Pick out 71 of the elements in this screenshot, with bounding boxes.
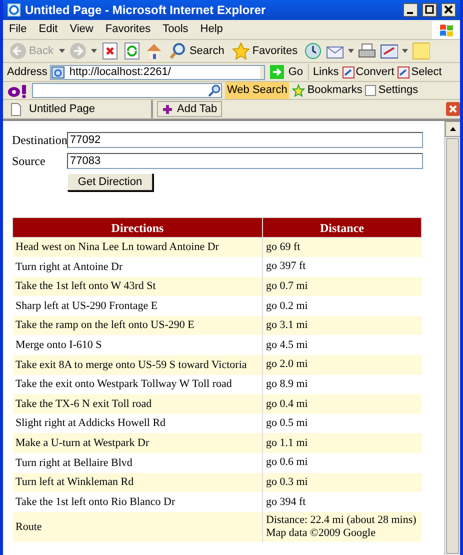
column-header[interactable]: Directions: [12, 218, 262, 238]
house-icon[interactable]: [145, 42, 164, 60]
table-cell-text: go 394 ft: [266, 496, 307, 509]
search-icon: [169, 42, 188, 60]
menu-item[interactable]: Edit: [32, 21, 64, 38]
edit-icon[interactable]: [380, 42, 398, 60]
address-label: Address: [7, 64, 48, 80]
input-field[interactable]: 77083: [67, 153, 423, 169]
settings-button[interactable]: Settings: [365, 82, 418, 99]
web-search-button[interactable]: Web Search: [225, 82, 290, 99]
stop-icon[interactable]: [101, 42, 120, 60]
yahoo-logo-icon[interactable]: [7, 84, 29, 98]
input-field[interactable]: 77092: [67, 132, 423, 148]
add-tab-button[interactable]: Add Tab: [157, 101, 222, 117]
search-field[interactable]: [32, 83, 222, 98]
checkbox-icon: [365, 85, 376, 96]
scrollbar[interactable]: [444, 121, 460, 555]
menu-item[interactable]: Favorites: [99, 21, 157, 38]
links-button[interactable]: Links: [308, 64, 339, 80]
toolbar-button[interactable]: Convert: [342, 64, 394, 80]
refresh-icon[interactable]: [123, 42, 142, 60]
search-button[interactable]: Search: [167, 42, 226, 60]
table-cell-text: go 1.1 mi: [266, 436, 309, 450]
browser-icon: [7, 3, 21, 17]
address-field[interactable]: http://localhost:2261/: [50, 64, 266, 80]
field-label: Source: [12, 153, 46, 170]
star-icon: [232, 42, 250, 60]
table-cell-text: go 0.3 mi: [266, 476, 309, 489]
favorites-button[interactable]: Favorites: [230, 42, 300, 60]
table-cell-text: go 3.1 mi: [266, 319, 309, 332]
menu-item[interactable]: Help: [194, 21, 229, 38]
table-cell-text: go 2.0 mi: [266, 358, 309, 372]
window-title: Untitled Page - Microsoft Internet Explorer: [25, 2, 267, 19]
dropdown-arrow-icon[interactable]: [402, 49, 408, 53]
plus-icon: [162, 104, 173, 114]
table-cell: Route: [12, 512, 262, 542]
table-cell-text: go 0.6 mi: [266, 456, 309, 470]
get-direction-button[interactable]: Get Direction: [67, 173, 153, 191]
page-icon: [51, 66, 66, 78]
page-icon: [11, 102, 21, 116]
dropdown-arrow-icon[interactable]: [91, 49, 98, 53]
arrow-icon: [270, 65, 284, 79]
search-icon: [208, 84, 221, 97]
dropdown-arrow-icon[interactable]: [59, 49, 66, 53]
dropdown-arrow-icon[interactable]: [348, 49, 354, 53]
printer-icon[interactable]: [358, 42, 376, 60]
table-cell-text: go 4.5 mi: [266, 338, 309, 352]
minimize-icon[interactable]: [403, 3, 418, 17]
go-button[interactable]: Go: [268, 64, 306, 80]
menu-item[interactable]: Tools: [156, 21, 194, 38]
menu-item[interactable]: View: [64, 21, 100, 38]
table-cell-text: go 69 ft: [266, 241, 302, 254]
table-cell-text: go 8.9 mi: [266, 378, 309, 391]
table-cell-text: Map data ©2009 Google: [266, 526, 376, 540]
menu-item[interactable]: File: [3, 21, 33, 38]
maximize-icon[interactable]: [422, 3, 437, 17]
toolbar-button[interactable]: Select: [397, 64, 442, 80]
table-cell-text: go 0.4 mi: [266, 398, 309, 411]
bookmarks-button[interactable]: Bookmarks: [292, 82, 362, 99]
table-cell-text: go 0.2 mi: [266, 300, 309, 313]
field-label: Destination: [12, 132, 67, 149]
bookmark-star-icon: [292, 84, 306, 97]
close-icon[interactable]: [441, 3, 456, 17]
clock-icon[interactable]: [304, 42, 322, 60]
table-cell-text: Distance: 22.4 mi (about 28 mins): [266, 514, 418, 527]
table-cell-text: go 0.5 mi: [266, 417, 309, 430]
table-cell-text: go 397 ft: [266, 260, 307, 274]
scroll-up-icon[interactable]: [445, 121, 460, 137]
table-cell-text: go 0.7 mi: [266, 280, 309, 293]
column-header[interactable]: Distance: [262, 218, 422, 238]
windows-logo-icon: [432, 20, 460, 38]
